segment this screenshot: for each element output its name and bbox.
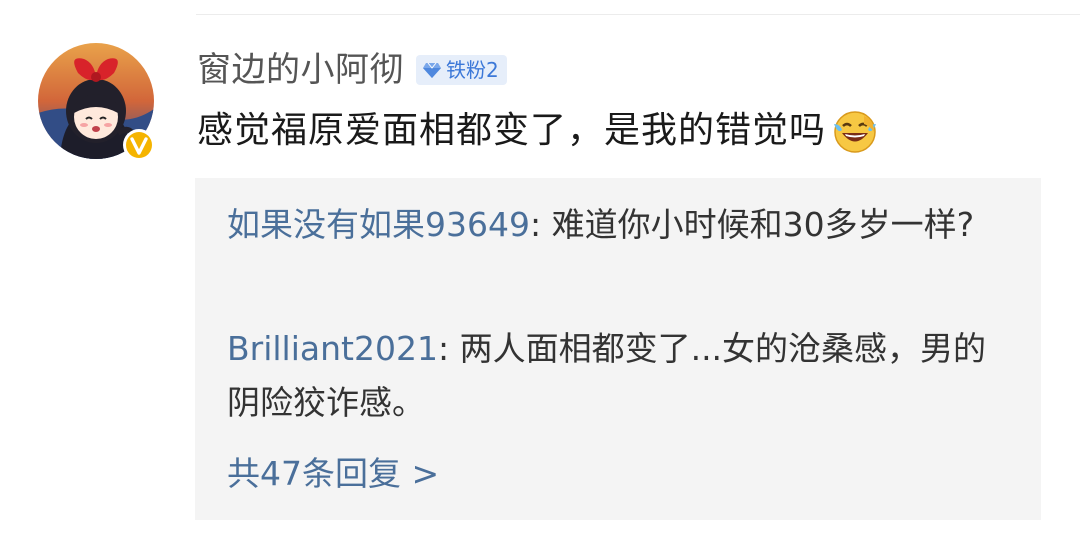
top-divider bbox=[196, 14, 1080, 15]
comment-text: 感觉福原爱面相都变了，是我的错觉吗 bbox=[197, 110, 827, 151]
fan-badge[interactable]: 铁粉2 bbox=[416, 55, 507, 85]
reply-text: 难道你小时候和30多岁一样? bbox=[551, 205, 975, 244]
verified-badge bbox=[122, 128, 156, 162]
more-replies-link[interactable]: 共47条回复 > bbox=[227, 447, 439, 501]
username[interactable]: 窗边的小阿彻 bbox=[197, 47, 404, 93]
comment-body: 感觉福原爱面相都变了，是我的错觉吗 bbox=[197, 103, 880, 159]
fan-badge-label: 铁粉2 bbox=[446, 58, 499, 82]
verified-v-icon bbox=[123, 129, 155, 161]
reply-author[interactable]: Brilliant2021 bbox=[227, 329, 438, 368]
reply-box: 如果没有如果93649: 难道你小时候和30多岁一样? Brilliant202… bbox=[195, 178, 1041, 520]
reply-separator: : bbox=[529, 205, 542, 244]
reply-item: 如果没有如果93649: 难道你小时候和30多岁一样? bbox=[227, 198, 997, 252]
comment-header: 窗边的小阿彻 铁粉2 bbox=[197, 47, 507, 93]
laughing-crying-emoji-icon bbox=[830, 106, 880, 156]
reply-item: Brilliant2021: 两人面相都变了...女的沧桑感，男的阴险狡诈感。 bbox=[227, 322, 997, 430]
comment-page: 窗边的小阿彻 铁粉2 感觉福原爱面相都变了，是我的错觉吗 如果没有如果93649… bbox=[0, 0, 1080, 533]
diamond-icon bbox=[423, 62, 441, 78]
reply-separator: : bbox=[437, 329, 450, 368]
reply-author[interactable]: 如果没有如果93649 bbox=[227, 205, 530, 244]
